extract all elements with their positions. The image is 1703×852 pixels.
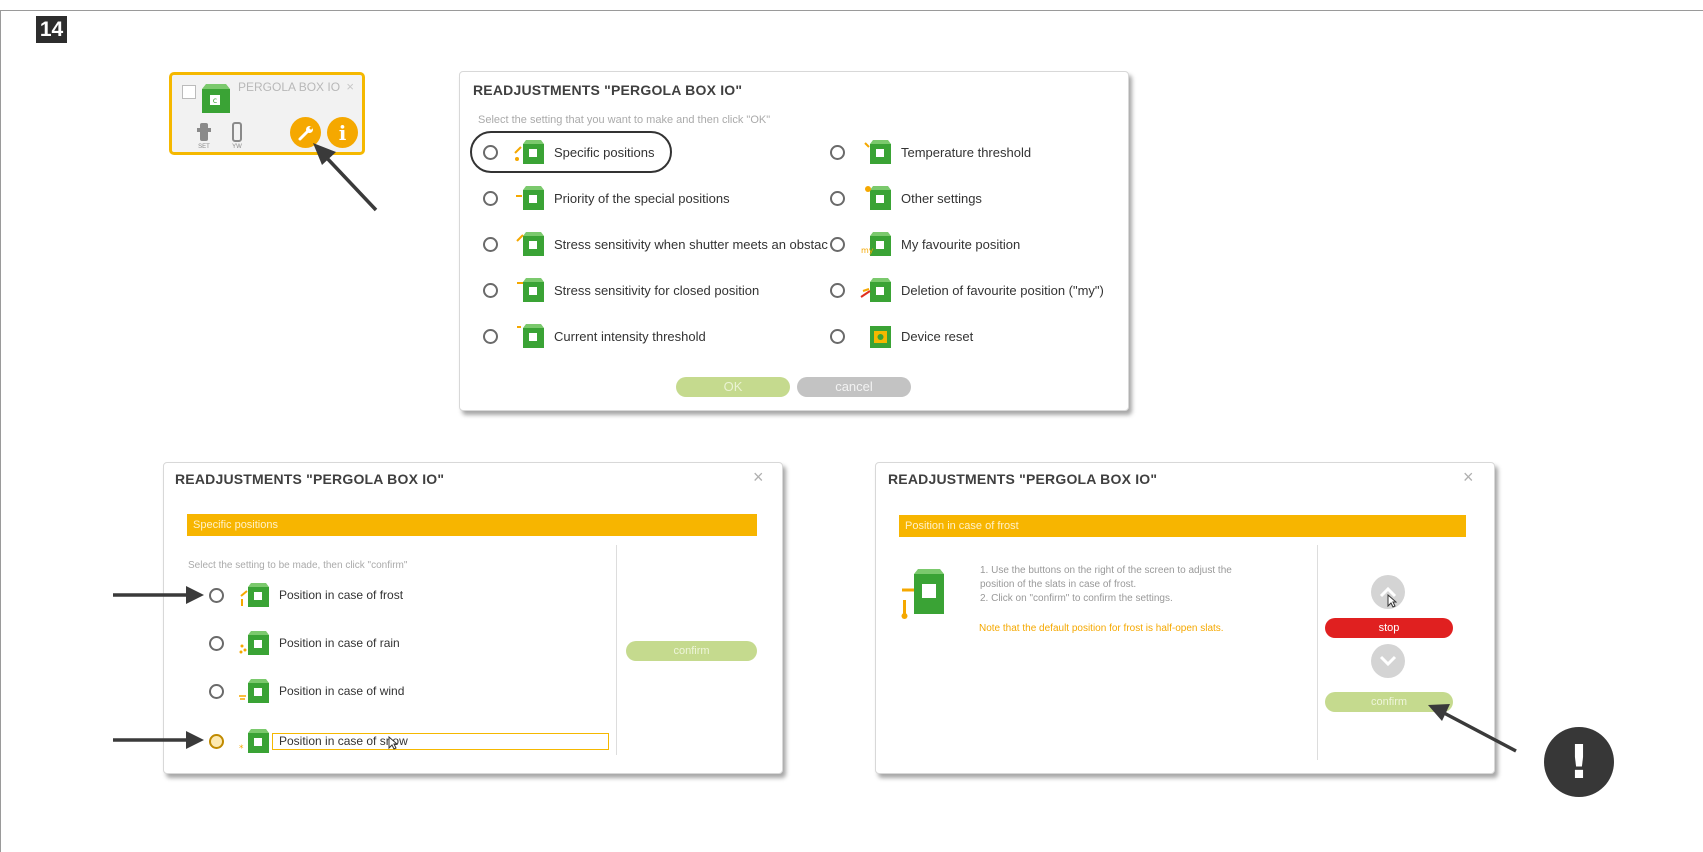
radio-button[interactable] bbox=[209, 635, 224, 651]
tile-checkbox[interactable] bbox=[182, 85, 196, 99]
radio-button[interactable] bbox=[483, 328, 498, 344]
frame-left-border bbox=[0, 10, 1, 852]
option-label: Device reset bbox=[901, 328, 974, 344]
option-current-intensity-threshold[interactable]: Current intensity threshold bbox=[483, 323, 706, 349]
dialog-title: READJUSTMENTS "PERGOLA BOX IO" bbox=[473, 82, 743, 98]
device-box-icon bbox=[238, 630, 270, 656]
close-icon[interactable]: × bbox=[753, 467, 764, 488]
instruction-line-1: 1. Use the buttons on the right of the s… bbox=[980, 565, 1232, 576]
option-label: Current intensity threshold bbox=[554, 328, 706, 344]
set-label: SET bbox=[198, 144, 210, 150]
radio-button[interactable] bbox=[483, 282, 498, 298]
tile-device-name: PERGOLA BOX IO bbox=[238, 80, 341, 94]
option-label: Temperature threshold bbox=[901, 144, 1032, 160]
option-my-favourite-position[interactable]: my My favourite position bbox=[830, 231, 1020, 257]
mouse-cursor-icon bbox=[1387, 594, 1397, 608]
device-box-icon bbox=[860, 277, 892, 303]
option-label: My favourite position bbox=[901, 236, 1021, 252]
device-box-icon: * bbox=[238, 728, 270, 754]
svg-text:*: * bbox=[239, 744, 244, 754]
option-stress-sensitivity-obstacle[interactable]: Stress sensitivity when shutter meets an… bbox=[483, 231, 828, 257]
ok-button[interactable]: OK bbox=[676, 377, 790, 397]
warning-icon: ! bbox=[1544, 727, 1614, 797]
option-label: Priority of the special positions bbox=[554, 190, 730, 206]
warning-glyph: ! bbox=[1568, 735, 1590, 789]
frame-top-border bbox=[0, 10, 1703, 11]
option-delete-favourite-position[interactable]: Deletion of favourite position ("my") bbox=[830, 277, 1104, 303]
device-box-icon bbox=[238, 678, 270, 704]
dialog-title: READJUSTMENTS "PERGOLA BOX IO" bbox=[175, 471, 445, 487]
option-label: Stress sensitivity for closed position bbox=[554, 282, 760, 298]
radio-button[interactable] bbox=[483, 190, 498, 206]
radio-button[interactable] bbox=[830, 144, 845, 160]
device-reset-icon bbox=[860, 323, 892, 349]
yw-remote-icon: YW bbox=[226, 122, 248, 150]
option-label: Specific positions bbox=[554, 144, 655, 160]
mouse-cursor-icon bbox=[388, 736, 398, 750]
radio-button[interactable] bbox=[830, 282, 845, 298]
tile-close-icon[interactable]: × bbox=[346, 79, 354, 94]
set-remote-icon: SET bbox=[192, 122, 216, 150]
dialog-title: READJUSTMENTS "PERGOLA BOX IO" bbox=[888, 471, 1158, 487]
option-frost[interactable]: Position in case of frost bbox=[209, 582, 403, 608]
option-rain[interactable]: Position in case of rain bbox=[209, 630, 400, 656]
device-tile[interactable]: c PERGOLA BOX IO × SET YW i bbox=[169, 72, 365, 155]
device-box-icon bbox=[860, 139, 892, 165]
option-label: Position in case of rain bbox=[279, 636, 400, 650]
radio-button[interactable] bbox=[483, 144, 498, 160]
device-box-icon bbox=[513, 277, 545, 303]
instruction-line-1b: position of the slats in case of frost. bbox=[980, 579, 1137, 590]
step-number-badge: 14 bbox=[36, 16, 67, 43]
option-label: Position in case of frost bbox=[279, 588, 404, 602]
radio-button[interactable] bbox=[209, 587, 224, 603]
radio-button[interactable] bbox=[830, 236, 845, 252]
frost-device-icon bbox=[901, 569, 944, 619]
section-header: Specific positions bbox=[187, 514, 757, 536]
column-divider bbox=[616, 545, 617, 755]
option-stress-sensitivity-closed[interactable]: Stress sensitivity for closed position bbox=[483, 277, 759, 303]
radio-button[interactable] bbox=[830, 190, 845, 206]
svg-text:c: c bbox=[213, 96, 217, 105]
device-box-icon bbox=[860, 185, 892, 211]
info-icon[interactable]: i bbox=[327, 117, 358, 148]
option-priority-special-positions[interactable]: Priority of the special positions bbox=[483, 185, 730, 211]
option-other-settings[interactable]: Other settings bbox=[830, 185, 982, 211]
option-wind[interactable]: Position in case of wind bbox=[209, 678, 404, 704]
column-divider bbox=[1317, 545, 1318, 760]
cancel-button[interactable]: cancel bbox=[797, 377, 911, 397]
option-device-reset[interactable]: Device reset bbox=[830, 323, 973, 349]
dialog-hint: Select the setting that you want to make… bbox=[478, 114, 771, 126]
option-label: Stress sensitivity when shutter meets an… bbox=[554, 236, 828, 252]
yw-label: YW bbox=[232, 144, 242, 150]
section-header: Position in case of frost bbox=[899, 515, 1466, 537]
close-icon[interactable]: × bbox=[1463, 467, 1474, 488]
device-box-icon bbox=[513, 139, 545, 165]
dialog-hint: Select the setting to be made, then clic… bbox=[188, 560, 408, 571]
device-box-icon: my bbox=[860, 231, 892, 257]
option-label: Other settings bbox=[901, 190, 982, 206]
radio-button[interactable] bbox=[830, 328, 845, 344]
radio-button[interactable] bbox=[209, 733, 224, 749]
option-temperature-threshold[interactable]: Temperature threshold bbox=[830, 139, 1031, 165]
device-box-icon bbox=[513, 185, 545, 211]
stop-button[interactable]: stop bbox=[1325, 618, 1453, 638]
svg-text:my: my bbox=[861, 246, 874, 255]
option-label: Deletion of favourite position ("my") bbox=[901, 282, 1104, 298]
down-button[interactable] bbox=[1371, 644, 1405, 678]
device-box-icon: c bbox=[202, 84, 230, 113]
wrench-icon[interactable] bbox=[290, 117, 321, 148]
device-box-icon bbox=[238, 582, 270, 608]
default-position-note: Note that the default position for frost… bbox=[979, 623, 1224, 634]
device-box-icon bbox=[513, 323, 545, 349]
confirm-button[interactable]: confirm bbox=[1325, 692, 1453, 712]
device-box-icon bbox=[513, 231, 545, 257]
radio-button[interactable] bbox=[483, 236, 498, 252]
option-label: Position in case of wind bbox=[279, 684, 405, 698]
option-specific-positions[interactable]: Specific positions bbox=[483, 139, 654, 165]
confirm-button[interactable]: confirm bbox=[626, 641, 757, 661]
instruction-line-2: 2. Click on "confirm" to confirm the set… bbox=[980, 593, 1173, 604]
radio-button[interactable] bbox=[209, 683, 224, 699]
option-snow[interactable]: * Position in case of snow bbox=[209, 728, 408, 754]
